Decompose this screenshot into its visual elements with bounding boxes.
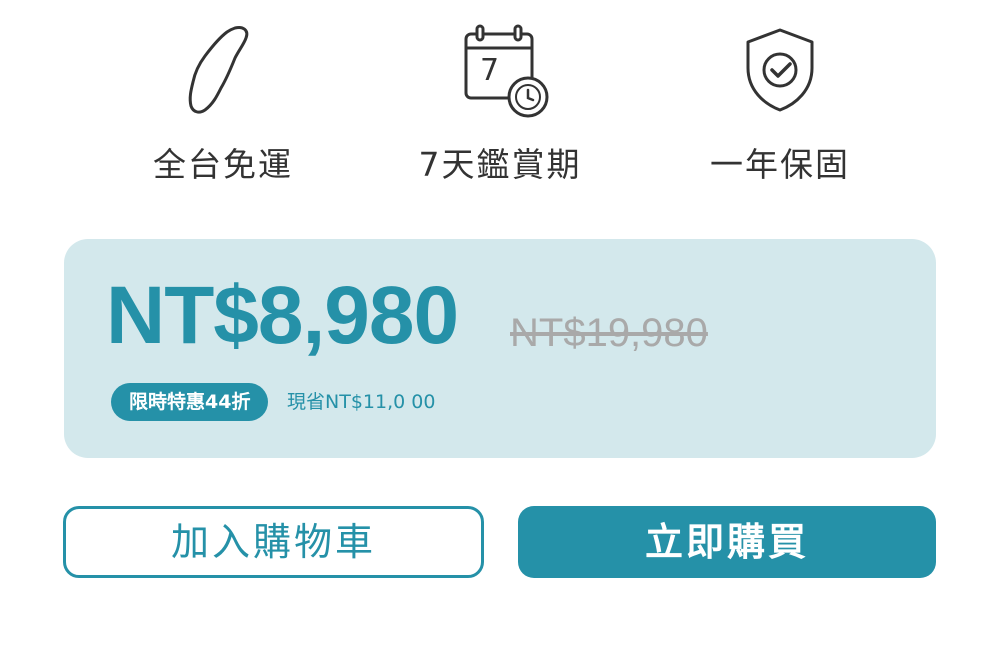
price-box: NT$8,980 NT$19,980 限時特惠44折 現省NT$11,0 00 — [64, 239, 936, 458]
calendar-number: 7 — [480, 53, 499, 88]
feature-label: 一年保固 — [710, 145, 850, 184]
add-to-cart-button[interactable]: 加入購物車 — [63, 506, 484, 578]
shield-check-icon — [746, 28, 814, 112]
original-price: NT$19,980 — [510, 311, 708, 355]
saving-amount: 現省NT$11,0 00 — [287, 391, 436, 413]
feature-warranty: 一年保固 — [660, 20, 900, 186]
current-price: NT$8,980 — [106, 270, 459, 361]
feature-label: 全台免運 — [153, 145, 293, 184]
feature-label: 7天鑑賞期 — [418, 145, 582, 184]
feature-return-period: 7 7天鑑賞期 — [380, 20, 620, 186]
buy-now-button[interactable]: 立即購買 — [518, 506, 936, 578]
product-purchase-panel: 全台免運 7 7天鑑賞期 一年保固 NT$8,980 NT$19,980 限時特… — [0, 0, 1000, 648]
discount-badge: 限時特惠44折 — [111, 383, 269, 421]
calendar-clock-icon: 7 — [464, 24, 549, 118]
feature-free-shipping: 全台免運 — [103, 20, 343, 186]
taiwan-map-icon — [188, 26, 249, 114]
